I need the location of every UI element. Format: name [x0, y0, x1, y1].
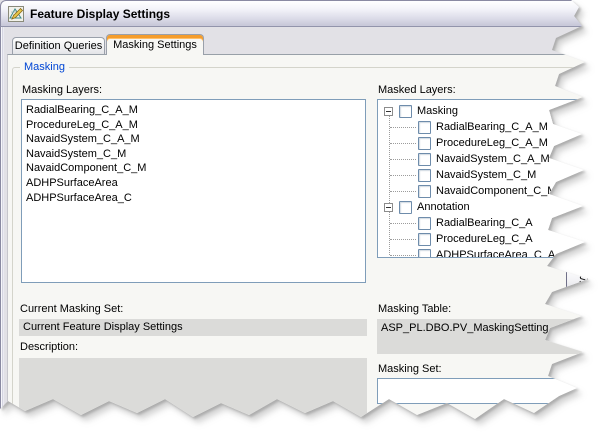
tree-item-label: Masking — [417, 105, 458, 117]
feature-display-settings-icon — [8, 6, 24, 22]
window-title: Feature Display Settings — [30, 7, 170, 21]
checkbox[interactable] — [399, 105, 412, 118]
tree-item[interactable]: ADHPSurfaceArea_C_A — [378, 247, 596, 258]
masking-table-field: ASP_PL.DBO.PV_MaskingSetting — [377, 319, 582, 354]
tree-item-label: NavaidSystem_C_M — [436, 169, 536, 181]
list-item[interactable]: RadialBearing_C_A_M — [26, 103, 365, 118]
search-button[interactable]: Sea — [566, 266, 600, 293]
masking-table-label: Masking Table: — [378, 303, 451, 315]
tree-item-label: RadialBearing_C_A_M — [436, 121, 548, 133]
current-masking-set-label: Current Masking Set: — [20, 303, 123, 315]
description-label: Description: — [20, 341, 78, 353]
tab-masking-settings[interactable]: Masking Settings — [106, 34, 204, 55]
tree-item-label: ADHPSurfaceArea_C_A — [436, 249, 555, 258]
tree-item[interactable]: RadialBearing_C_A_M — [378, 119, 596, 135]
checkbox[interactable] — [418, 169, 431, 182]
tree-item-label: ProcedureLeg_C_A_M — [436, 137, 548, 149]
tree-item-label: RadialBearing_C_A — [436, 217, 533, 229]
tree-item-masking[interactable]: Masking — [378, 103, 596, 119]
masked-layers-label: Masked Layers: — [378, 84, 456, 96]
checkbox[interactable] — [418, 217, 431, 230]
checkbox[interactable] — [418, 233, 431, 246]
checkbox[interactable] — [399, 201, 412, 214]
tab-label: Definition Queries — [15, 40, 102, 52]
tree-item-label: NavaidComponent_C_M — [436, 185, 556, 197]
window-frame-left — [0, 27, 4, 433]
list-item[interactable]: ADHPSurfaceArea_C — [26, 191, 365, 206]
masked-layers-tree[interactable]: Masking RadialBearing_C_A_M ProcedureLeg… — [377, 99, 597, 258]
masking-layers-listbox[interactable]: RadialBearing_C_A_M ProcedureLeg_C_A_M N… — [21, 99, 366, 283]
checkbox[interactable] — [418, 185, 431, 198]
list-item[interactable]: NavaidComponent_C_M — [26, 161, 365, 176]
tree-item-label: ProcedureLeg_C_A — [436, 233, 533, 245]
feature-display-settings-window: Feature Display Settings Definition Quer… — [0, 0, 593, 433]
masking-group-label: Masking — [20, 61, 69, 73]
tree-item-annotation[interactable]: Annotation — [378, 199, 596, 215]
tab-definition-queries[interactable]: Definition Queries — [12, 37, 105, 54]
list-item[interactable]: NavaidSystem_C_A_M — [26, 132, 365, 147]
tree-item[interactable]: RadialBearing_C_A — [378, 215, 596, 231]
tree-item[interactable]: NavaidSystem_C_M — [378, 167, 596, 183]
tree-item[interactable]: ProcedureLeg_C_A — [378, 231, 596, 247]
tree-item-label: Annotation — [417, 201, 470, 213]
masking-table-value: ASP_PL.DBO.PV_MaskingSetting — [381, 322, 549, 334]
description-field — [19, 358, 367, 433]
list-item[interactable]: NavaidSystem_C_M — [26, 147, 365, 162]
tree-item[interactable]: ProcedureLeg_C_A_M — [378, 135, 596, 151]
masking-set-input[interactable] — [377, 378, 585, 404]
tab-label: Masking Settings — [113, 39, 197, 51]
checkbox[interactable] — [418, 137, 431, 150]
masking-set-label: Masking Set: — [378, 363, 442, 375]
collapse-expander-icon[interactable] — [384, 203, 393, 212]
collapse-expander-icon[interactable] — [384, 107, 393, 116]
list-item[interactable]: ProcedureLeg_C_A_M — [26, 118, 365, 133]
screenshot-canvas: Feature Display Settings Definition Quer… — [0, 0, 600, 438]
checkbox[interactable] — [418, 121, 431, 134]
current-masking-set-value: Current Feature Display Settings — [23, 321, 183, 333]
torn-paper-effect: Feature Display Settings Definition Quer… — [0, 0, 600, 438]
checkbox[interactable] — [418, 153, 431, 166]
search-button-label: Sea — [579, 274, 599, 286]
tree-item-label: NavaidSystem_C_A_M — [436, 153, 550, 165]
list-item[interactable]: ADHPSurfaceArea — [26, 176, 365, 191]
checkbox[interactable] — [418, 249, 431, 259]
current-masking-set-field: Current Feature Display Settings — [19, 319, 367, 336]
title-bar[interactable]: Feature Display Settings — [0, 0, 593, 27]
masking-layers-label: Masking Layers: — [22, 84, 102, 96]
tree-item[interactable]: NavaidComponent_C_M — [378, 183, 596, 199]
tree-item[interactable]: NavaidSystem_C_A_M — [378, 151, 596, 167]
